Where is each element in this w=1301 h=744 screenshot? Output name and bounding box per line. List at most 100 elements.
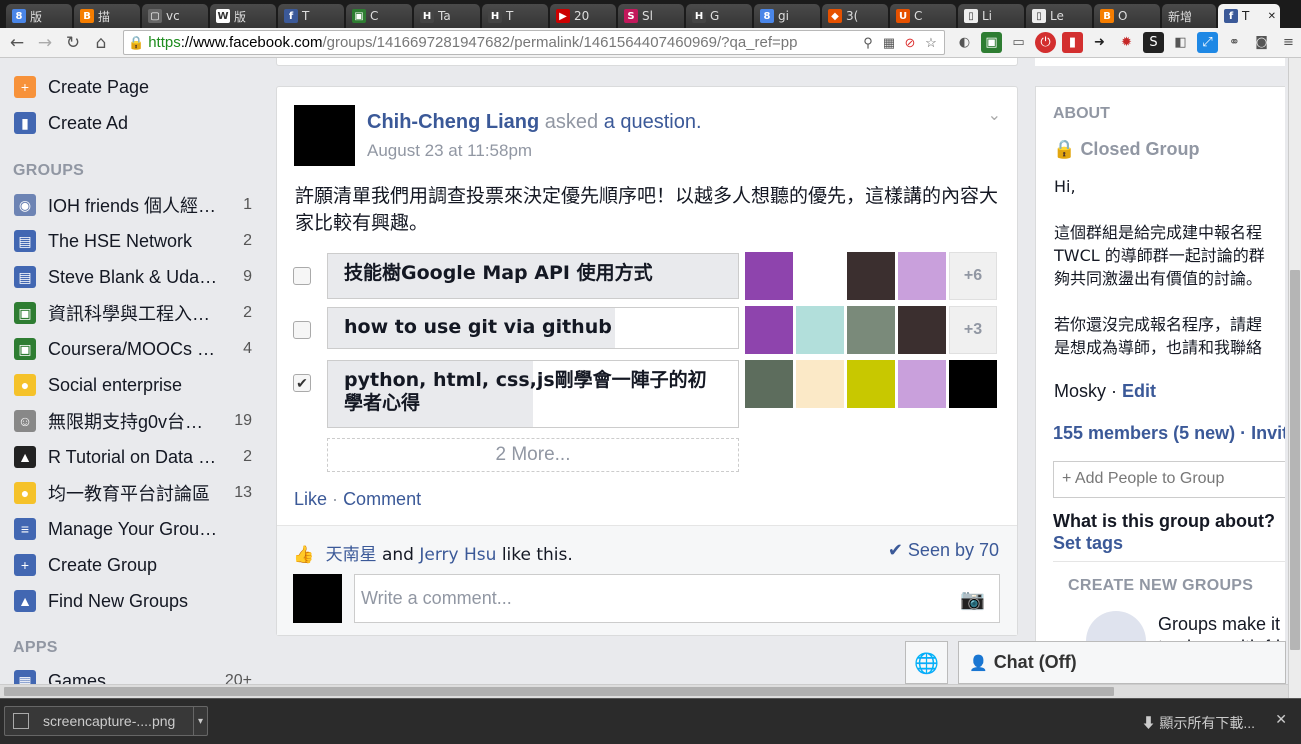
browser-tab[interactable]: ▢ vc [142,4,208,28]
browser-tab[interactable]: ▯ Li [958,4,1024,28]
post-timestamp[interactable]: August 23 at 11:58pm [367,141,532,161]
author-avatar[interactable] [294,105,355,166]
browser-tab[interactable]: B描 [74,4,140,28]
home-icon[interactable]: ⌂ [90,32,112,54]
author-name-link[interactable]: Chih-Cheng Liang [367,111,539,133]
forward-icon[interactable]: → [34,32,56,54]
voter-avatar[interactable] [796,252,844,300]
zoom-icon[interactable]: ⚲ [859,34,877,52]
like-link[interactable]: Like [294,489,327,509]
sidebar-item-app[interactable]: ▦ Games 20+ [14,666,252,684]
browser-tab[interactable]: BO [1094,4,1160,28]
poll-checkbox[interactable] [293,267,311,285]
comment-input[interactable] [355,575,955,622]
voter-avatar[interactable] [847,306,895,354]
close-tab-icon[interactable]: ✕ [1268,11,1276,22]
page-action-icon[interactable]: ▦ [880,34,898,52]
edit-link[interactable]: Edit [1122,381,1156,401]
poll-checkbox[interactable] [293,321,311,339]
browser-tab[interactable]: ▯ Le [1026,4,1092,28]
browser-tab[interactable]: H Ta [414,4,480,28]
reload-icon[interactable]: ↻ [62,32,84,54]
bookmark-star-icon[interactable]: ☆ [922,34,940,52]
extension-icon[interactable]: ▭ [1008,32,1029,53]
extension-icon[interactable]: S [1143,32,1164,53]
voter-avatar[interactable] [745,252,793,300]
browser-tab[interactable]: UC [890,4,956,28]
seen-by-link[interactable]: ✔ Seen by 70 [888,540,999,561]
liker-link[interactable]: Jerry Hsu [419,545,496,565]
admin-name[interactable]: Mosky [1054,381,1106,401]
browser-tab[interactable]: HG [686,4,752,28]
camera-icon[interactable]: ◙ [1251,32,1272,53]
camera-icon[interactable]: 📷 [960,587,985,612]
vertical-scrollbar[interactable] [1288,58,1301,698]
browser-tab[interactable]: S Sl [618,4,684,28]
block-icon[interactable]: ⊘ [901,34,919,52]
browser-tab[interactable]: HT [482,4,548,28]
poll-checkbox[interactable]: ✔ [293,374,311,392]
browser-tab[interactable]: ▶ 20 [550,4,616,28]
extension-icon[interactable]: ✹ [1116,32,1137,53]
browser-tab[interactable]: 8版 [6,4,72,28]
poll-option-bar[interactable]: 技能樹Google Map API 使用方式 [327,253,739,299]
globe-icon[interactable]: 🌐 [905,641,948,684]
more-voters-badge[interactable]: +3 [949,306,997,354]
download-item[interactable]: screencapture-....png ▾ [4,706,208,736]
extension-icon[interactable]: ◧ [1170,32,1191,53]
horizontal-scrollbar[interactable] [0,684,1288,698]
sidebar-item-group[interactable]: ● 均一教育平台討論區 13 [14,478,252,508]
browser-tab[interactable]: W版 [210,4,276,28]
browser-tab-active[interactable]: f T ✕ [1218,4,1280,28]
voter-avatar[interactable] [898,252,946,300]
members-link[interactable]: 155 members (5 new) · Invit [1053,423,1285,444]
sidebar-item-group[interactable]: ▤ Steve Blank & Udac… 9 [14,262,252,292]
link-icon[interactable]: ⚭ [1224,32,1245,53]
close-icon[interactable]: ✕ [1275,711,1287,728]
sidebar-item-group[interactable]: ◉ IOH friends 個人經… 1 [14,190,252,220]
sidebar-item-group[interactable]: ● Social enterprise [14,370,252,400]
browser-tab[interactable]: 8 gi [754,4,820,28]
poll-option-bar[interactable]: how to use git via github [327,307,739,349]
sidebar-item-group[interactable]: ▲ Find New Groups [14,586,252,616]
more-options-button[interactable]: 2 More... [327,438,739,472]
sidebar-item-group[interactable]: ≡ Manage Your Groups [14,514,252,544]
voter-avatar[interactable] [847,360,895,408]
sidebar-item[interactable]: + Create Page [14,72,252,102]
sidebar-item-group[interactable]: + Create Group [14,550,252,580]
poll-option-bar[interactable]: python, html, css,js剛學會一陣子的初學者心得 [327,360,739,428]
extension-icon[interactable]: ▣ [981,32,1002,53]
voter-avatar[interactable] [796,360,844,408]
chat-button[interactable]: 👤 Chat (Off) [958,641,1286,684]
chevron-down-icon[interactable]: ▾ [193,706,207,736]
extension-icon[interactable]: ▮ [1062,32,1083,53]
voter-avatar[interactable] [898,360,946,408]
extension-icon[interactable]: ⏻ [1035,32,1056,53]
chevron-down-icon[interactable]: ⌄ [988,105,1001,125]
scroll-thumb[interactable] [4,687,1114,696]
set-tags-link[interactable]: Set tags [1053,533,1123,554]
browser-tab[interactable]: ◆ 3( [822,4,888,28]
sidebar-item-group[interactable]: ▣ Coursera/MOOCs … 4 [14,334,252,364]
extension-icon[interactable]: ◐ [954,32,975,53]
question-link[interactable]: a question. [604,111,702,133]
sidebar-item-group[interactable]: ▲ R Tutorial on Data … 2 [14,442,252,472]
voter-avatar[interactable] [796,306,844,354]
more-voters-badge[interactable]: +6 [949,252,997,300]
sidebar-item-group[interactable]: ▣ 資訊科學與工程入… 2 [14,298,252,328]
browser-tab[interactable]: fT [278,4,344,28]
sidebar-item-group[interactable]: ▤ The HSE Network 2 [14,226,252,256]
sidebar-item[interactable]: ▮ Create Ad [14,108,252,138]
add-people-input[interactable]: + Add People to Group [1053,461,1285,498]
browser-tab[interactable]: 新增 [1162,4,1216,28]
voter-avatar[interactable] [898,306,946,354]
extension-icon[interactable]: ➜ [1089,32,1110,53]
comment-link[interactable]: Comment [343,489,421,509]
scroll-thumb[interactable] [1290,270,1300,650]
voter-avatar[interactable] [745,360,793,408]
back-icon[interactable]: ← [6,32,28,54]
address-bar[interactable]: 🔒 https ://www.facebook.com /groups/1416… [123,30,945,55]
show-all-downloads[interactable]: ⬇ 顯示所有下載... [1141,713,1255,733]
extension-icon[interactable]: ⤢ [1197,32,1218,53]
voter-avatar[interactable] [745,306,793,354]
